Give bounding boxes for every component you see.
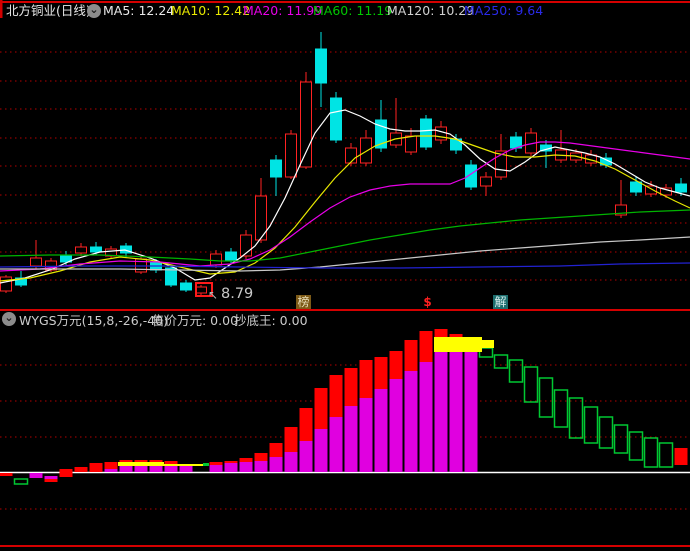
signal-price-label: 8.79 bbox=[221, 286, 254, 302]
watermark-bang-button[interactable]: 榜 bbox=[296, 295, 311, 309]
watermark-jie-button[interactable]: 解 bbox=[493, 295, 508, 309]
stock-app-window: 北方铜业(日线) ⌄ MA5: 12.24 MA10: 12.42 MA20: … bbox=[0, 0, 690, 551]
ma60-readout: MA60: 11.19 bbox=[313, 3, 393, 18]
ma250-readout: MA250: 9.64 bbox=[464, 3, 544, 18]
ma20-readout: MA20: 11.99 bbox=[243, 3, 323, 18]
indicator-title: WYGS万元(15,8,-26,-40) bbox=[19, 313, 168, 328]
indicator-field-shoujia: 售价万元: 0.00 bbox=[152, 313, 239, 328]
ma10-readout: MA10: 12.42 bbox=[171, 3, 251, 18]
page-title: 北方铜业(日线) bbox=[6, 3, 91, 18]
chevron-down-icon[interactable]: ⌄ bbox=[87, 4, 101, 18]
chevron-down-icon[interactable]: ⌄ bbox=[2, 312, 16, 326]
signal-arrow-icon: ↖ bbox=[208, 288, 219, 302]
ma120-readout: MA120: 10.29 bbox=[387, 3, 475, 18]
indicator-field-chaodiwang: 抄底王: 0.00 bbox=[234, 313, 308, 328]
watermark-dollar-button[interactable]: $ bbox=[420, 295, 435, 309]
ma5-readout: MA5: 12.24 bbox=[103, 3, 175, 18]
chart-canvas[interactable] bbox=[0, 0, 690, 551]
